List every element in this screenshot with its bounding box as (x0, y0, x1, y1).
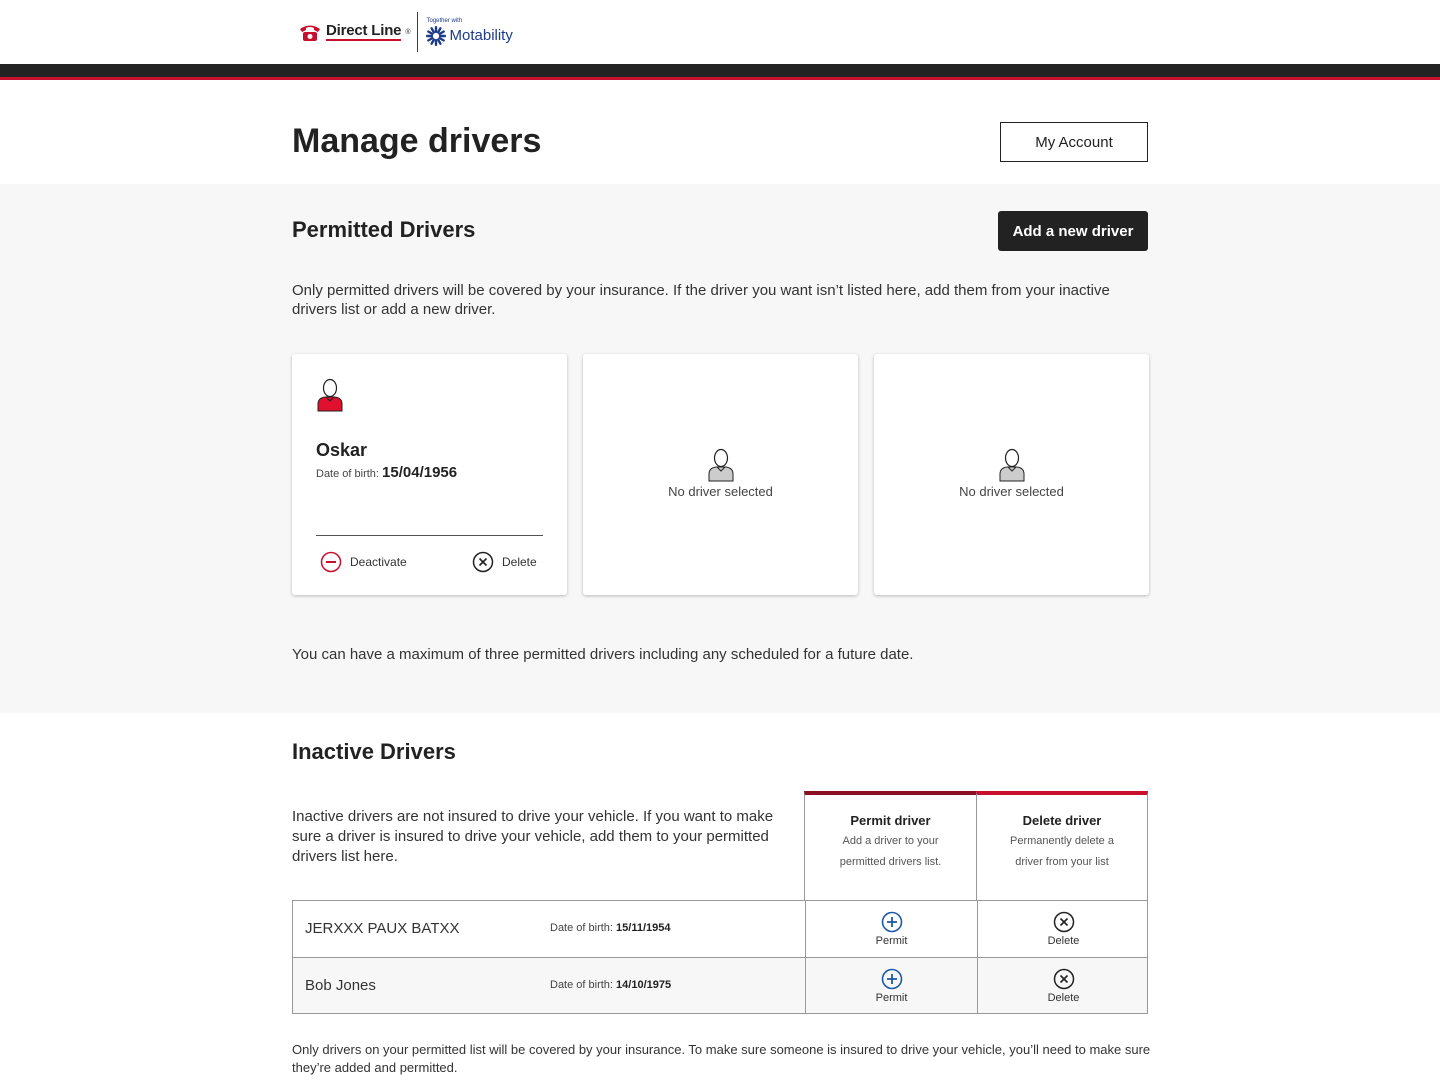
deactivate-button[interactable]: Deactivate (320, 551, 407, 573)
brand-logo[interactable]: Direct Line ® Together with Motability (298, 12, 513, 52)
permitted-description: Only permitted drivers will be covered b… (292, 282, 1110, 318)
partner-name: Motability (449, 27, 513, 44)
empty-slot-text: No driver selected (959, 484, 1064, 499)
plus-circle-icon (881, 968, 902, 990)
delete-button[interactable]: Delete (977, 958, 1149, 1014)
table-row: Bob Jones Date of birth: 14/10/1975 Perm… (293, 957, 1149, 1014)
inactive-description: Inactive drivers are not insured to driv… (292, 808, 774, 865)
direct-line-logo: Direct Line ® (298, 22, 411, 42)
inactive-drivers-table: JERXXX PAUX BATXX Date of birth: 15/11/1… (292, 900, 1148, 1014)
permitted-drivers-section: Permitted Drivers Add a new driver Only … (0, 184, 1440, 713)
permit-button[interactable]: Permit (805, 958, 977, 1014)
driver-cards: Oskar Date of birth: 15/04/1956 Deactiva… (292, 354, 1149, 595)
driver-avatar-icon (317, 378, 343, 412)
delete-button[interactable]: Delete (977, 901, 1149, 957)
permitted-drivers-title: Permitted Drivers (292, 217, 476, 242)
delete-column-title: Delete driver (1022, 813, 1102, 828)
delete-driver-button[interactable]: Delete (472, 551, 537, 573)
red-phone-icon (300, 25, 320, 41)
delete-label: Delete (502, 555, 537, 569)
delete-driver-column-header: Delete driver Permanently delete a drive… (976, 791, 1148, 900)
plus-circle-icon (881, 911, 902, 933)
max-drivers-note: You can have a maximum of three permitte… (292, 646, 914, 663)
close-circle-icon (1053, 911, 1074, 933)
empty-driver-avatar-icon (999, 448, 1024, 482)
inactive-drivers-title: Inactive Drivers (292, 739, 456, 764)
logo-divider (416, 12, 418, 52)
minus-circle-icon (320, 551, 342, 573)
inactive-drivers-section: Inactive Drivers Inactive drivers are no… (0, 713, 1440, 1092)
empty-driver-avatar-icon (708, 448, 733, 482)
delete-label: Delete (1047, 935, 1080, 947)
page-title: Manage drivers (292, 122, 542, 160)
title-section: Manage drivers My Account (0, 80, 1440, 184)
add-new-driver-button[interactable]: Add a new driver (998, 211, 1148, 251)
empty-driver-slot: No driver selected (583, 354, 858, 595)
table-row: JERXXX PAUX BATXX Date of birth: 15/11/1… (293, 901, 1147, 957)
header-bar (0, 64, 1440, 77)
close-circle-icon (472, 551, 494, 573)
empty-driver-slot: No driver selected (874, 354, 1149, 595)
permit-column-subtitle: Add a driver to your permitted drivers l… (839, 835, 942, 868)
permit-label: Permit (875, 935, 908, 947)
driver-name: Oskar (316, 440, 368, 460)
delete-label: Delete (1047, 992, 1080, 1004)
partner-tag: Together with (426, 18, 463, 24)
deactivate-label: Deactivate (350, 555, 407, 569)
permit-driver-column-header: Permit driver Add a driver to your permi… (804, 791, 976, 900)
driver-dob: Date of birth: 15/04/1956 (316, 464, 458, 481)
site-header: Direct Line ® Together with Motability (0, 0, 1440, 64)
permit-button[interactable]: Permit (805, 901, 977, 957)
empty-slot-text: No driver selected (668, 484, 773, 499)
driver-card-oskar: Oskar Date of birth: 15/04/1956 Deactiva… (292, 354, 567, 595)
motability-logo: Together with Motability (425, 17, 513, 47)
permit-column-title: Permit driver (850, 813, 931, 828)
card-divider (316, 535, 543, 536)
inactive-driver-name: JERXXX PAUX BATXX (305, 920, 460, 937)
permit-label: Permit (875, 992, 908, 1004)
inactive-driver-name: Bob Jones (305, 977, 376, 994)
inactive-driver-dob: Date of birth: 14/10/1975 (550, 979, 672, 991)
close-circle-icon (1053, 968, 1074, 990)
motability-star-icon (425, 26, 446, 46)
my-account-button[interactable]: My Account (1000, 122, 1148, 162)
inactive-driver-dob: Date of birth: 15/11/1954 (550, 922, 671, 934)
inactive-footer-note: Only drivers on your permitted list will… (292, 1042, 1151, 1075)
brand-name: Direct Line (326, 22, 402, 41)
delete-column-subtitle: Permanently delete a driver from your li… (1010, 835, 1114, 868)
